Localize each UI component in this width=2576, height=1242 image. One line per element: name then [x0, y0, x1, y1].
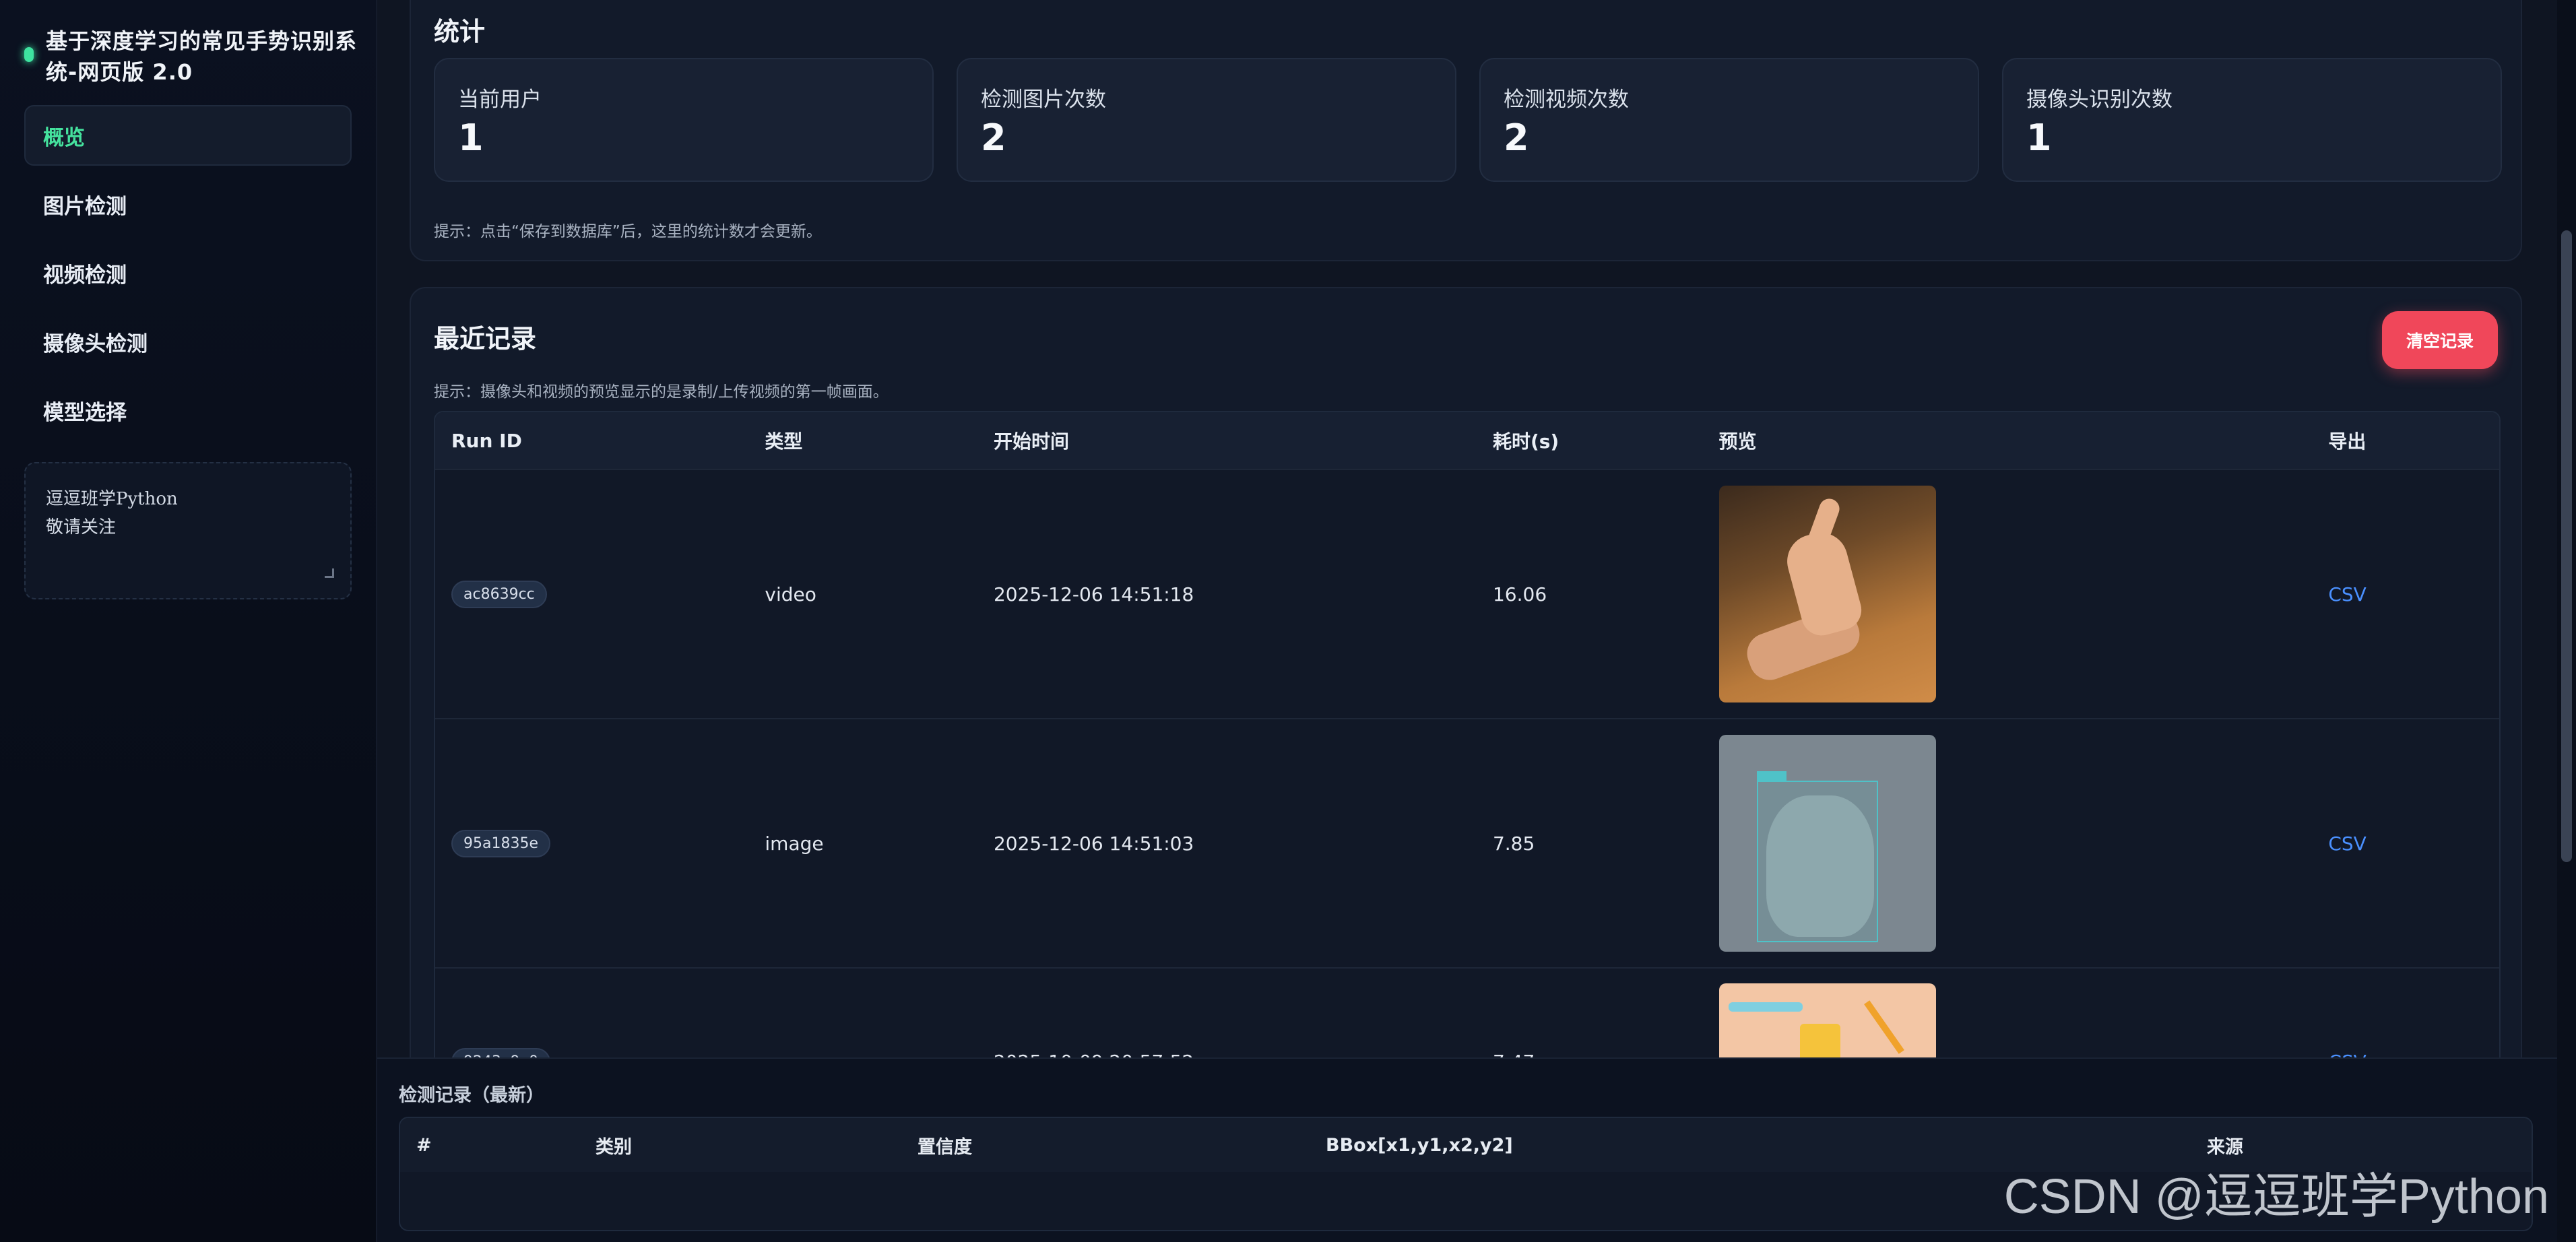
column-header-preview: 预览 — [1718, 430, 1757, 453]
detection-bbox — [1756, 781, 1878, 942]
sidebar-nav: 概览 图片检测 视频检测 摄像头检测 模型选择 — [24, 105, 352, 449]
clear-records-button[interactable]: 清空记录 — [2382, 311, 2498, 369]
stat-value: 2 — [1504, 117, 1529, 159]
column-header-type: 类型 — [765, 430, 803, 453]
stat-card-camera-count: 摄像头识别次数 1 — [2002, 58, 2502, 182]
stat-value: 2 — [981, 117, 1006, 159]
cell-preview — [1718, 486, 2329, 702]
preview-thumbnail[interactable] — [1718, 735, 1936, 952]
watermark: CSDN @逗逗班学Python — [2003, 1170, 2549, 1224]
cell-duration: 7.85 — [1492, 832, 1535, 855]
stat-label: 检测视频次数 — [1504, 88, 1629, 112]
stat-label: 摄像头识别次数 — [2026, 88, 2172, 112]
sidebar: 基于深度学习的常见手势识别系统-网页版 2.0 概览 图片检测 视频检测 摄像头… — [0, 0, 377, 1242]
stat-label: 检测图片次数 — [981, 88, 1106, 112]
detection-title: 检测记录（最新） — [399, 1085, 544, 1106]
sidebar-item-camera-detect[interactable]: 摄像头检测 — [24, 311, 352, 372]
cell-type: video — [765, 583, 816, 606]
column-header-confidence: 置信度 — [917, 1136, 972, 1158]
cell-run-id: ac8639cc — [435, 580, 765, 608]
stat-value: 1 — [458, 117, 484, 159]
sidebar-item-overview[interactable]: 概览 — [24, 105, 352, 166]
stats-hint: 提示：点击“保存到数据库”后，这里的统计数才会更新。 — [434, 223, 822, 240]
stat-value: 1 — [2026, 117, 2052, 159]
column-header-start-time: 开始时间 — [993, 430, 1069, 453]
column-header-bbox: BBox[x1,y1,x2,y2] — [1326, 1134, 1513, 1156]
column-header-class: 类别 — [595, 1136, 632, 1158]
preview-object-shape — [1728, 1002, 1803, 1012]
column-header-export: 导出 — [2328, 430, 2366, 453]
app-title: 基于深度学习的常见手势识别系统-网页版 2.0 — [46, 28, 358, 85]
column-header-run-id: Run ID — [451, 429, 522, 452]
table-row: 95a1835e image 2025-12-06 14:51:03 7.85 … — [435, 718, 2499, 967]
cell-duration: 16.06 — [1492, 583, 1547, 606]
cell-start-time: 2025-12-06 14:51:03 — [993, 832, 1194, 855]
note-box — [24, 462, 352, 599]
records-hint: 提示：摄像头和视频的预览显示的是录制/上传视频的第一帧画面。 — [434, 383, 889, 401]
stat-card-current-user: 当前用户 1 — [434, 58, 934, 182]
stats-title: 统计 — [434, 17, 486, 46]
page-scrollbar[interactable] — [2557, 0, 2576, 1242]
brand: 基于深度学习的常见手势识别系统-网页版 2.0 — [24, 26, 361, 88]
main-content: 统计 当前用户 1 检测图片次数 2 检测视频次数 2 摄像头识别次数 1 提示… — [377, 0, 2557, 1242]
status-dot-icon — [24, 47, 34, 62]
stat-cards: 当前用户 1 检测图片次数 2 检测视频次数 2 摄像头识别次数 1 — [434, 58, 2502, 182]
cell-export: CSV — [2328, 832, 2499, 855]
cell-type: image — [765, 832, 824, 855]
cell-preview — [1718, 735, 2329, 952]
run-id-badge: ac8639cc — [451, 580, 547, 608]
cell-export: CSV — [2328, 583, 2499, 606]
column-header-index: # — [416, 1134, 432, 1156]
column-header-source: 来源 — [2207, 1136, 2243, 1158]
export-csv-link[interactable]: CSV — [2328, 832, 2366, 855]
sidebar-item-video-detect[interactable]: 视频检测 — [24, 242, 352, 303]
records-table-header: Run ID 类型 开始时间 耗时(s) 预览 导出 — [435, 412, 2499, 469]
cell-start-time: 2025-12-06 14:51:18 — [993, 583, 1194, 606]
stat-label: 当前用户 — [458, 88, 542, 112]
cell-run-id: 95a1835e — [435, 829, 765, 857]
preview-thumbnail[interactable] — [1718, 486, 1936, 702]
records-title: 最近记录 — [434, 324, 537, 354]
sidebar-item-model-select[interactable]: 模型选择 — [24, 380, 352, 440]
stat-card-video-count: 检测视频次数 2 — [1479, 58, 1979, 182]
stats-panel: 统计 当前用户 1 检测图片次数 2 检测视频次数 2 摄像头识别次数 1 提示… — [410, 0, 2522, 261]
export-csv-link[interactable]: CSV — [2328, 583, 2366, 606]
note-textarea[interactable] — [44, 484, 331, 578]
column-header-duration: 耗时(s) — [1492, 430, 1559, 453]
table-row: ac8639cc video 2025-12-06 14:51:18 16.06… — [435, 469, 2499, 718]
stat-card-image-count: 检测图片次数 2 — [957, 58, 1456, 182]
detection-bbox-tag — [1756, 771, 1786, 781]
run-id-badge: 95a1835e — [451, 829, 550, 857]
scrollbar-thumb[interactable] — [2561, 230, 2572, 862]
resize-grip-icon[interactable] — [325, 568, 334, 578]
sidebar-item-image-detect[interactable]: 图片检测 — [24, 174, 352, 234]
preview-object-shape — [1863, 1000, 1904, 1054]
